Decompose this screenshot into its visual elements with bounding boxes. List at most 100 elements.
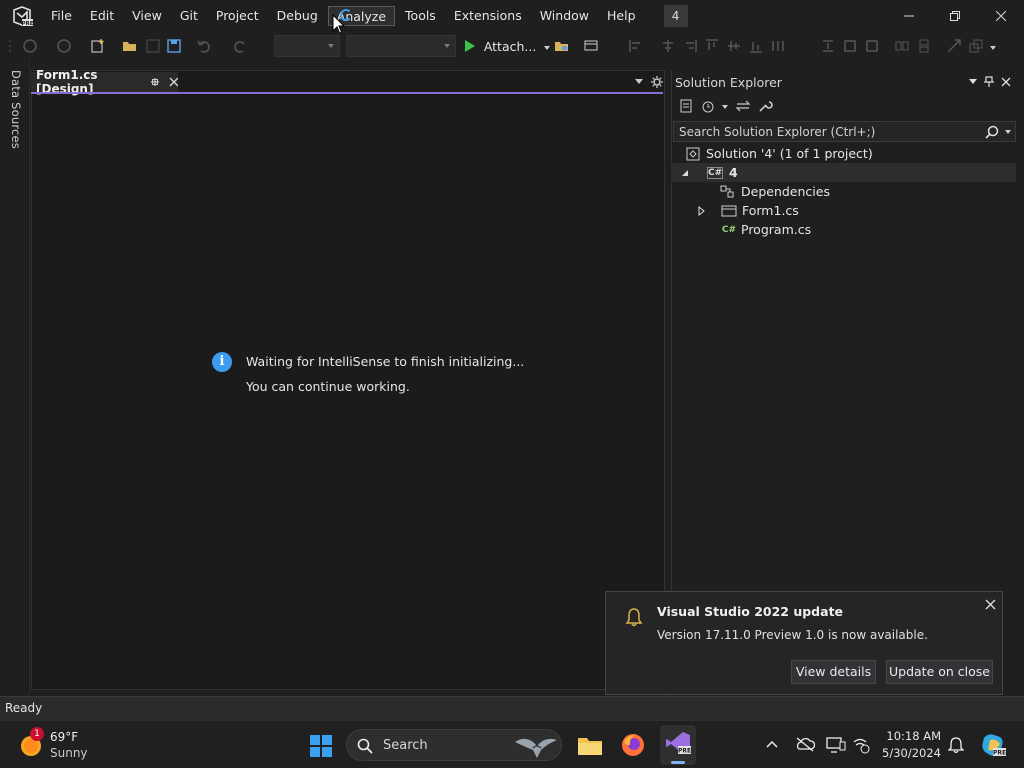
solution-name-badge[interactable]: 4 [663, 5, 688, 27]
active-tab-underline [31, 92, 663, 94]
menu-project[interactable]: Project [208, 6, 267, 26]
visual-studio-taskbar-button[interactable]: PRE [660, 725, 696, 765]
close-window-button[interactable] [978, 0, 1024, 32]
align-tops-icon[interactable] [704, 38, 720, 54]
restore-button[interactable] [932, 0, 978, 32]
onedrive-offline-icon[interactable] [795, 736, 815, 752]
tab-form1-design[interactable]: Form1.cs [Design] [31, 68, 178, 96]
show-hidden-icons-chevron-icon[interactable] [766, 740, 778, 748]
menu-file[interactable]: File [43, 6, 80, 26]
solution-configuration-dropdown[interactable] [274, 35, 340, 57]
navigate-back-icon[interactable] [22, 38, 38, 54]
minimize-icon [904, 15, 914, 17]
update-on-close-button[interactable]: Update on close [886, 660, 993, 684]
browse-folder-icon[interactable] [554, 38, 570, 54]
attach-label: Attach... [483, 39, 537, 54]
close-notification-icon[interactable] [985, 599, 996, 610]
taskbar-search-box[interactable]: Search [346, 729, 562, 761]
tab-settings-gear-icon[interactable] [651, 76, 663, 88]
network-volume-icon[interactable] [852, 736, 872, 754]
search-icon[interactable] [985, 125, 999, 139]
view-details-button[interactable]: View details [791, 660, 876, 684]
data-sources-tab[interactable]: Data Sources [9, 70, 23, 149]
display-icon[interactable] [826, 736, 846, 754]
undo-icon[interactable] [196, 38, 212, 54]
close-tab-icon[interactable] [168, 76, 178, 88]
active-app-indicator [671, 761, 685, 764]
notifications-bell-icon[interactable] [948, 736, 964, 754]
filter-dropdown-icon[interactable] [722, 105, 728, 109]
menu-window[interactable]: Window [532, 6, 597, 26]
notification-message: Version 17.11.0 Preview 1.0 is now avail… [657, 628, 928, 642]
bring-to-front-icon[interactable] [946, 38, 962, 54]
menu-edit[interactable]: Edit [82, 6, 122, 26]
center-horizontally-icon[interactable] [894, 38, 910, 54]
menu-bar: PRE File Edit View Git Project Debug Ana… [0, 0, 1024, 32]
align-bottoms-icon[interactable] [748, 38, 764, 54]
restore-icon [950, 11, 960, 21]
windows-start-icon[interactable] [309, 734, 333, 758]
dependencies-icon [720, 185, 734, 197]
menu-debug[interactable]: Debug [269, 6, 326, 26]
align-middles-icon[interactable] [726, 38, 742, 54]
save-all-icon[interactable] [166, 38, 182, 54]
align-lefts-icon[interactable] [628, 38, 644, 54]
search-options-dropdown-icon[interactable] [1005, 130, 1011, 134]
pending-changes-filter-icon[interactable] [700, 98, 716, 114]
copilot-icon[interactable]: PRE [980, 732, 1006, 758]
toolbar-overflow-icon[interactable] [990, 46, 996, 50]
expanded-arrow-icon[interactable] [681, 169, 689, 177]
auto-hide-pin-icon[interactable] [984, 76, 994, 88]
home-switch-views-icon[interactable] [678, 98, 694, 114]
clock-time[interactable]: 10:18 AM [876, 729, 941, 743]
clock-date[interactable]: 5/30/2024 [876, 746, 941, 760]
dependencies-label: Dependencies [741, 184, 830, 199]
align-centers-icon[interactable] [660, 38, 676, 54]
menu-tools[interactable]: Tools [397, 6, 444, 26]
properties-wrench-icon[interactable] [757, 98, 773, 114]
standard-toolbar: Attach... [0, 32, 1024, 60]
minimize-button[interactable] [886, 0, 932, 32]
menu-git[interactable]: Git [172, 6, 206, 26]
send-to-back-icon[interactable] [968, 38, 984, 54]
vs-preview-logo-icon[interactable]: PRE [11, 5, 34, 27]
layout-icon[interactable] [584, 38, 600, 54]
collapsed-arrow-icon[interactable] [698, 205, 706, 216]
tree-item-project[interactable]: C# 4 [671, 163, 1016, 182]
sync-with-active-document-icon[interactable] [735, 98, 751, 114]
svg-text:PRE: PRE [21, 21, 33, 27]
align-rights-icon[interactable] [682, 38, 698, 54]
menu-help[interactable]: Help [599, 6, 644, 26]
close-panel-icon[interactable] [1001, 77, 1011, 87]
continue-working-message: You can continue working. [246, 379, 410, 394]
navigate-forward-icon[interactable] [56, 38, 72, 54]
save-icon[interactable] [145, 38, 161, 54]
project-label: 4 [729, 165, 738, 180]
csharp-file-icon: C# [721, 224, 737, 235]
tree-item-solution[interactable]: Solution '4' (1 of 1 project) [671, 144, 1016, 163]
file-explorer-icon[interactable] [577, 733, 603, 757]
status-text: Ready [5, 701, 43, 715]
tree-item-form1[interactable]: Form1.cs [671, 201, 1016, 220]
redo-icon[interactable] [232, 38, 248, 54]
tree-item-dependencies[interactable]: Dependencies [671, 182, 1016, 201]
open-file-icon[interactable] [122, 38, 138, 54]
tree-item-program[interactable]: C# Program.cs [671, 220, 1016, 239]
pin-icon[interactable] [149, 76, 160, 88]
menu-view[interactable]: View [124, 6, 170, 26]
window-position-dropdown-icon[interactable] [969, 79, 977, 84]
new-project-icon[interactable] [90, 38, 106, 54]
attach-button[interactable]: Attach... [464, 39, 551, 54]
firefox-icon[interactable] [620, 732, 646, 758]
horizontal-spacing-icon[interactable] [864, 38, 880, 54]
weather-desc: Sunny [50, 746, 88, 760]
solution-icon [686, 147, 700, 160]
size-to-grid-icon[interactable] [842, 38, 858, 54]
center-vertically-icon[interactable] [916, 38, 932, 54]
menu-extensions[interactable]: Extensions [446, 6, 530, 26]
tab-overflow-dropdown-icon[interactable] [635, 79, 643, 84]
solution-explorer-search-input[interactable]: Search Solution Explorer (Ctrl+;) [673, 121, 1016, 142]
align-to-grid-icon[interactable] [770, 38, 786, 54]
solution-platform-dropdown[interactable] [346, 35, 456, 57]
make-same-size-icon[interactable] [820, 38, 836, 54]
